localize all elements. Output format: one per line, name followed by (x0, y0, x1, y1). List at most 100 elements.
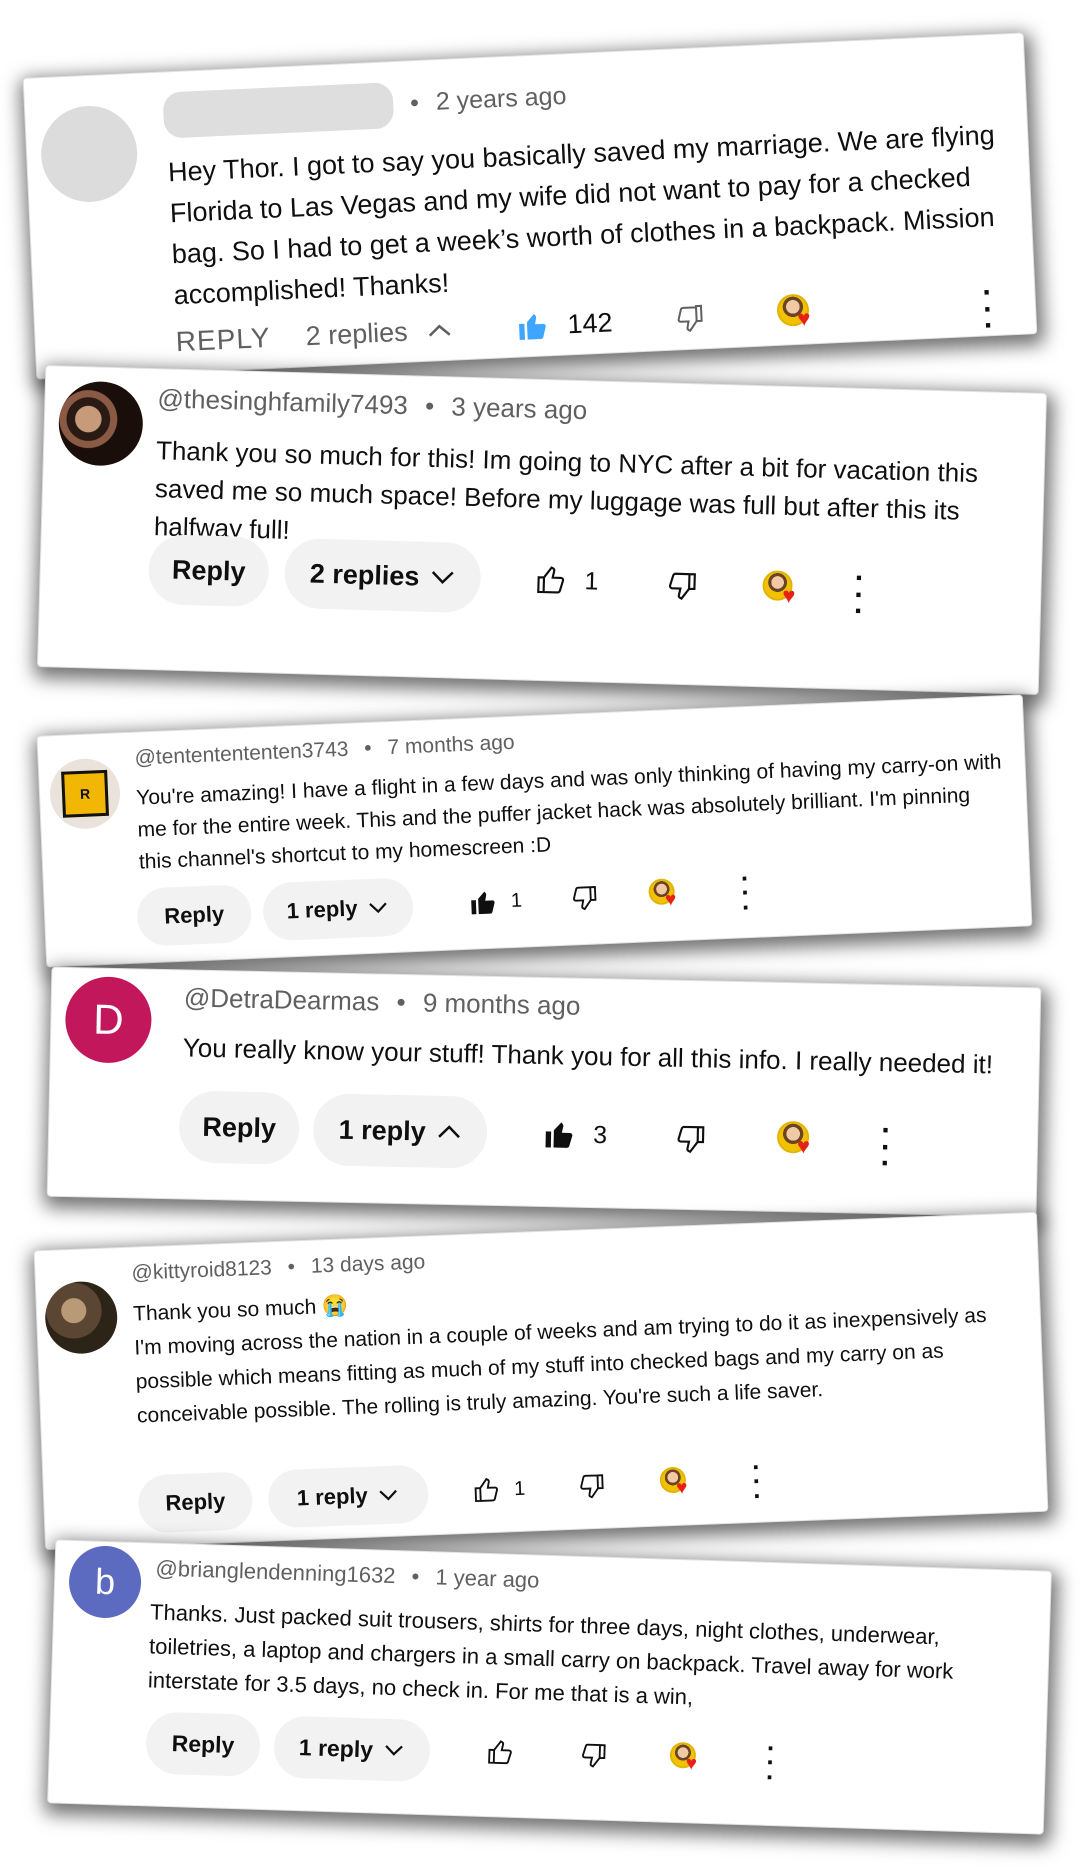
redacted-username (162, 82, 395, 139)
heart-icon: ♥ (685, 1753, 698, 1775)
comment-time: 9 months ago (422, 987, 581, 1021)
replies-label: 1 reply (298, 1733, 374, 1762)
replies-label: 1 reply (286, 895, 359, 924)
like-count: 142 (566, 306, 614, 339)
comment-handle[interactable]: @kittyroid8123 (131, 1256, 272, 1284)
comment-text: You really know your stuff! Thank you fo… (182, 1032, 994, 1080)
like-count: 1 (584, 566, 599, 596)
like-button[interactable]: 3 (543, 1118, 608, 1151)
separator-dot: • (363, 736, 373, 761)
reply-button[interactable]: REPLY (175, 322, 271, 358)
thumbs-up-icon (488, 1740, 512, 1765)
comment-card: @thesinghfamily7493 • 3 years ago Thank … (38, 366, 1046, 694)
heart-icon: ♥ (675, 1477, 688, 1499)
heart-icon: ♥ (796, 305, 811, 331)
comment-header: @kittyroid8123 • 13 days ago (131, 1250, 426, 1285)
creator-heart: ♥ (776, 293, 811, 331)
comment-time: 7 months ago (386, 730, 516, 760)
more-options-icon[interactable]: · · · (751, 1452, 763, 1511)
more-options-icon[interactable]: · · · (740, 863, 752, 922)
reply-button[interactable]: Reply (137, 1471, 254, 1534)
thumbs-down-icon (582, 1743, 606, 1768)
like-count: 1 (513, 1477, 526, 1500)
comment-handle[interactable]: @brianglendenning1632 (155, 1556, 396, 1589)
heart-icon: ♥ (664, 889, 677, 911)
more-options-icon[interactable]: · · · (880, 1114, 891, 1180)
more-options-icon[interactable]: · · · (853, 562, 865, 628)
comment-text: Hey Thor. I got to say you basically sav… (167, 119, 996, 311)
comment-header: @thesinghfamily7493 • 3 years ago (157, 383, 588, 426)
comment-text: Thanks. Just packed suit trousers, shirt… (147, 1599, 954, 1710)
reply-button[interactable]: Reply (147, 534, 270, 608)
heart-icon: ♥ (796, 1133, 811, 1159)
separator-dot: • (409, 88, 420, 117)
like-button[interactable]: 1 (534, 564, 599, 598)
thumbs-down-icon (580, 1474, 604, 1499)
avatar[interactable] (39, 103, 140, 205)
comment-time: 13 days ago (310, 1250, 426, 1278)
comment-card: @kittyroid8123 • 13 days ago Thank you s… (34, 1212, 1048, 1550)
separator-dot: • (411, 1563, 420, 1589)
dislike-button[interactable] (570, 883, 599, 912)
reply-button[interactable]: Reply (145, 1711, 261, 1777)
replies-toggle[interactable]: 1 reply (273, 1715, 431, 1783)
avatar-badge: R (61, 769, 109, 818)
avatar[interactable] (43, 1280, 119, 1355)
dislike-button[interactable] (579, 1741, 608, 1770)
more-options-icon[interactable]: · · · (982, 276, 995, 342)
dislike-button[interactable] (675, 1123, 708, 1156)
thumbs-down-icon (677, 304, 703, 332)
like-button[interactable]: 1 (468, 887, 522, 917)
like-button[interactable]: 1 (472, 1475, 526, 1505)
comment-handle[interactable]: @DetraDearmas (184, 982, 380, 1016)
comment-header: @tententententen3743 • 7 months ago (134, 731, 515, 771)
comment-header: • 2 years ago (162, 74, 567, 139)
replies-toggle[interactable]: 1 reply (312, 1093, 488, 1169)
avatar[interactable]: b (67, 1544, 143, 1620)
comment-actions: Reply 1 reply ♥ · · · (49, 1708, 1045, 1801)
comment-handle[interactable]: @tententententen3743 (134, 738, 349, 770)
avatar[interactable] (57, 380, 144, 467)
chevron-up-icon (428, 324, 451, 337)
heart-icon: ♥ (781, 582, 796, 609)
reply-button[interactable]: Reply (178, 1090, 300, 1165)
creator-heart: ♥ (762, 570, 796, 608)
replies-label: 1 reply (338, 1114, 427, 1147)
thumbs-up-filled-icon (519, 313, 546, 340)
thumbs-down-icon (573, 886, 597, 911)
avatar[interactable]: D (64, 975, 153, 1064)
creator-heart: ♥ (776, 1120, 811, 1159)
chevron-down-icon (379, 1489, 398, 1501)
comment-time: 1 year ago (435, 1564, 540, 1593)
more-options-icon[interactable]: · · · (765, 1733, 776, 1792)
replies-toggle[interactable]: 1 reply (261, 877, 415, 942)
dislike-button[interactable] (578, 1472, 607, 1501)
thumbs-up-filled-icon (471, 891, 495, 915)
thumbs-down-icon (677, 1125, 705, 1154)
comment-header: @brianglendenning1632 • 1 year ago (155, 1556, 540, 1594)
replies-toggle[interactable]: 1 reply (267, 1464, 430, 1529)
replies-toggle[interactable]: 2 replies (305, 314, 454, 352)
replies-label: 2 replies (304, 316, 409, 351)
separator-dot: • (396, 986, 406, 1018)
separator-dot: • (287, 1255, 296, 1279)
like-count: 1 (510, 889, 523, 912)
thumbs-down-icon (668, 572, 696, 600)
dislike-button[interactable] (675, 303, 706, 334)
comment-text: Thank you so much 😭 I'm moving across th… (132, 1264, 1017, 1434)
avatar[interactable]: R (48, 757, 122, 831)
replies-label: 1 reply (296, 1482, 369, 1511)
like-button[interactable] (485, 1738, 514, 1767)
chevron-down-icon (431, 571, 454, 585)
comment-time: 3 years ago (451, 391, 588, 426)
dislike-button[interactable] (666, 570, 699, 603)
comment-actions: Reply 1 reply 1 ♥ · · · (43, 1441, 1046, 1537)
creator-heart: ♥ (648, 878, 677, 911)
reply-button[interactable]: Reply (136, 883, 253, 947)
chevron-up-icon (437, 1125, 460, 1139)
replies-label: 2 replies (309, 558, 420, 592)
comment-handle[interactable]: @thesinghfamily7493 (157, 383, 408, 420)
chevron-down-icon (369, 902, 388, 914)
replies-toggle[interactable]: 2 replies (283, 537, 482, 614)
like-button[interactable]: 142 (515, 306, 613, 342)
